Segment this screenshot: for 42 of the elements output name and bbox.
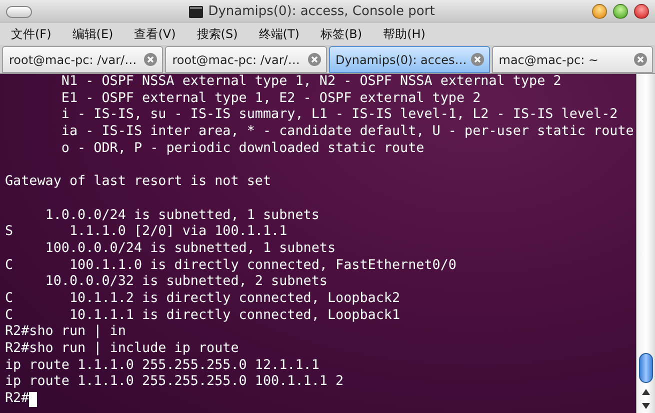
- terminal-line: ip route 1.1.1.0 255.255.255.0 12.1.1.1: [5, 358, 320, 374]
- menu-item[interactable]: 文件(F): [4, 26, 58, 42]
- terminal-line: C 100.1.1.0 is directly connected, FastEthernet0/0: [5, 258, 458, 274]
- terminal-line: Gateway of last resort is not set: [5, 174, 272, 191]
- menu-item[interactable]: 搜索(S): [190, 26, 245, 42]
- terminal-line: o - ODR, P - periodic downloaded static route: [60, 140, 426, 158]
- terminal-line: E1 - OSPF external type 1, E2 - OSPF external type 2: [60, 90, 482, 108]
- text-cursor: [29, 392, 38, 407]
- terminal-line: R2#sho run | include ip route: [5, 341, 240, 358]
- scrollbar[interactable]: [636, 74, 655, 413]
- terminal-line: ia - IS-IS inter area, * - candidate default, U - per-user static route: [60, 124, 635, 141]
- terminal-icon: [189, 6, 204, 18]
- terminal-line: 100.0.0.0/24 is subnetted, 1 subnets: [44, 240, 337, 258]
- terminal-line: R2#sho run | in: [5, 324, 127, 341]
- terminal-line: N1 - OSPF NSSA external type 1, N2 - OSPF NSSA external type 2: [60, 74, 562, 91]
- terminal-line: ip route 1.1.1.0 255.255.255.0 100.1.1.1 2: [5, 374, 345, 392]
- minimize-button[interactable]: [592, 4, 607, 19]
- terminal-prompt: R2#: [5, 391, 30, 408]
- close-button[interactable]: [634, 4, 649, 19]
- scrollbar-thumb[interactable]: [639, 353, 653, 383]
- terminal-line: 1.0.0.0/24 is subnetted, 1 subnets: [44, 208, 320, 224]
- tab[interactable]: root@mac-pc: /var/…: [165, 46, 326, 73]
- close-icon[interactable]: [308, 53, 320, 66]
- window-title: Dynamips(0): access, Console port: [208, 4, 435, 19]
- menu-item[interactable]: 终端(T): [252, 26, 306, 42]
- terminal-line: 10.0.0.0/32 is subnetted, 2 subnets: [44, 274, 328, 291]
- tab[interactable]: Dynamips(0): acces…: [328, 46, 490, 73]
- close-icon[interactable]: [144, 53, 158, 66]
- terminal-line: C 10.1.1.1 is directly connected, Loopback1: [5, 308, 402, 324]
- menu-item[interactable]: 查看(V): [127, 26, 183, 42]
- terminal-line: i - IS-IS, su - IS-IS summary, L1 - IS-IS level-1, L2 - IS-IS level-2: [60, 107, 619, 124]
- menu-item[interactable]: 编辑(E): [65, 26, 120, 42]
- close-icon[interactable]: [470, 53, 484, 66]
- tab[interactable]: root@mac-pc: /var/…: [2, 46, 164, 73]
- menu-item[interactable]: 标签(B): [313, 26, 370, 42]
- tab[interactable]: mac@mac-pc: ~: [492, 46, 653, 73]
- toolbar-toggle-button[interactable]: [6, 6, 32, 18]
- menu-item[interactable]: 帮助(H): [376, 26, 432, 42]
- close-icon[interactable]: [634, 53, 647, 66]
- terminal-line: C 10.1.1.2 is directly connected, Loopback2: [5, 290, 402, 308]
- terminal-line: S 1.1.1.0 [2/0] via 100.1.1.1: [5, 224, 288, 241]
- maximize-button[interactable]: [613, 4, 628, 19]
